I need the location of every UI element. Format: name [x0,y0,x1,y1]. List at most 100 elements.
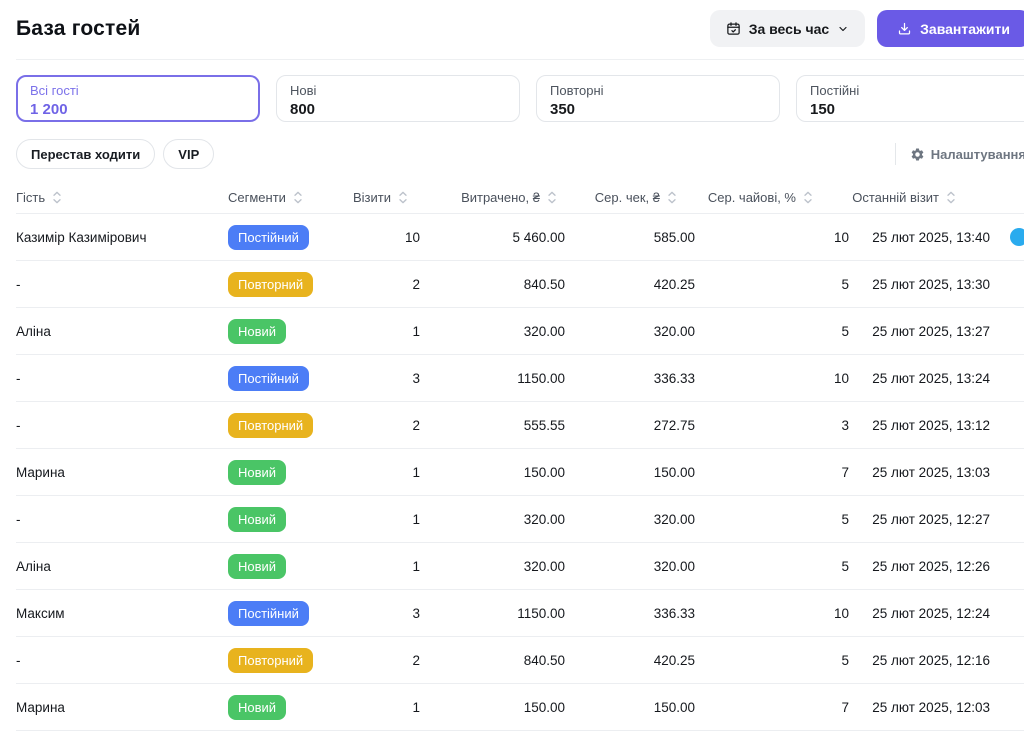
guest-name: Казимір Казимірович [16,230,228,245]
table-row[interactable]: - Повторний 2 840.50 420.25 5 25 лют 202… [16,637,1024,684]
column-header-label: Гість [16,190,45,205]
table-settings-button[interactable]: Налаштування [910,147,1024,162]
table-row[interactable]: Аліна Новий 1 320.00 320.00 5 25 лют 202… [16,543,1024,590]
last-visit-value: 25 лют 2025, 12:26 [849,559,1024,574]
table-row[interactable]: Максим Постійний 3 1150.00 336.33 10 25 … [16,590,1024,637]
guest-name: Аліна [16,324,228,339]
avg-tips-value: 5 [695,559,849,574]
spent-value: 150.00 [420,465,565,480]
avg-check-value: 150.00 [565,465,695,480]
avg-check-value: 420.25 [565,277,695,292]
column-header[interactable]: Сер. чек, ₴ [565,190,695,205]
avg-tips-value: 7 [695,700,849,715]
segment-cell: Новий [228,554,360,579]
segment-cell: Повторний [228,272,360,297]
stat-card[interactable]: Нові 800 [276,75,520,122]
avg-check-value: 150.00 [565,700,695,715]
table-row[interactable]: Казимір Казимірович Постійний 10 5 460.0… [16,214,1024,261]
sort-icon [547,191,557,204]
table-row[interactable]: Аліна Новий 1 320.00 320.00 5 25 лют 202… [16,308,1024,355]
column-header[interactable]: Візити [360,190,420,205]
column-header[interactable]: Гість [16,190,228,205]
guest-name: - [16,512,228,527]
spent-value: 5 460.00 [420,230,565,245]
settings-area: Налаштування [895,143,1024,165]
column-header-label: Витрачено, ₴ [461,190,540,205]
column-header[interactable]: Сегменти [228,190,360,205]
avg-tips-value: 3 [695,418,849,433]
stat-card[interactable]: Всі гості 1 200 [16,75,260,122]
column-header[interactable]: Сер. чайові, % [695,190,849,205]
last-visit-value: 25 лют 2025, 13:40 [849,230,1024,245]
stat-card[interactable]: Повторні 350 [536,75,780,122]
column-header-label: Візити [353,190,391,205]
visits-value: 3 [360,606,420,621]
vertical-divider [895,143,896,165]
visits-value: 1 [360,324,420,339]
column-header[interactable]: Витрачено, ₴ [420,190,565,205]
stat-card-value: 800 [290,100,506,119]
table-row[interactable]: Марина Новий 1 150.00 150.00 7 25 лют 20… [16,684,1024,731]
segment-badge: Постійний [228,225,309,250]
segment-cell: Повторний [228,413,360,438]
avg-tips-value: 5 [695,324,849,339]
avg-check-value: 272.75 [565,418,695,433]
stat-card-label: Повторні [550,83,766,99]
sort-icon [52,191,62,204]
table-header: Гість Сегменти Візити Витрачено, ₴ Сер. … [16,181,1024,214]
segment-badge: Постійний [228,601,309,626]
spent-value: 320.00 [420,559,565,574]
guest-name: Марина [16,465,228,480]
table-row[interactable]: Марина Новий 1 150.00 150.00 7 25 лют 20… [16,449,1024,496]
avg-check-value: 420.25 [565,653,695,668]
download-button[interactable]: Завантажити [877,10,1024,47]
chevron-down-icon [837,23,849,35]
segment-cell: Новий [228,695,360,720]
segment-badge: Новий [228,507,286,532]
segment-badge: Новий [228,695,286,720]
segment-cell: Новий [228,507,360,532]
visits-value: 2 [360,653,420,668]
segment-cell: Повторний [228,648,360,673]
results-count: 1 200 результатів [16,731,1024,736]
stat-card[interactable]: Постійні 150 [796,75,1024,122]
segment-badge: Повторний [228,648,313,673]
header-divider [16,59,1024,60]
avg-tips-value: 5 [695,277,849,292]
segment-badge: Постійний [228,366,309,391]
avg-check-value: 320.00 [565,512,695,527]
column-header-label: Сер. чек, ₴ [595,190,660,205]
visits-value: 1 [360,512,420,527]
visits-value: 2 [360,277,420,292]
spent-value: 320.00 [420,512,565,527]
guest-database-page: База гостей За весь час Завантажити Всі … [0,0,1024,736]
table-row[interactable]: - Повторний 2 555.55 272.75 3 25 лют 202… [16,402,1024,449]
stat-card-label: Постійні [810,83,1024,99]
filter-chips: Перестав ходити VIP [16,139,214,169]
download-label: Завантажити [920,21,1010,37]
table-row[interactable]: - Постійний 3 1150.00 336.33 10 25 лют 2… [16,355,1024,402]
sort-icon [667,191,677,204]
sort-icon [293,191,303,204]
avg-check-value: 320.00 [565,559,695,574]
page-title: База гостей [16,17,140,41]
column-header-label: Сер. чайові, % [708,190,796,205]
calendar-icon [726,21,741,36]
messenger-dot-icon [1010,228,1024,246]
column-header[interactable]: Останній візит [849,190,1024,205]
avg-tips-value: 10 [695,371,849,386]
segment-badge: Повторний [228,413,313,438]
table-row[interactable]: - Повторний 2 840.50 420.25 5 25 лют 202… [16,261,1024,308]
guest-name: - [16,418,228,433]
column-header-label: Останній візит [852,190,939,205]
visits-value: 1 [360,559,420,574]
filter-chip[interactable]: Перестав ходити [16,139,155,169]
avg-tips-value: 5 [695,512,849,527]
sort-icon [398,191,408,204]
table-row[interactable]: - Новий 1 320.00 320.00 5 25 лют 2025, 1… [16,496,1024,543]
spent-value: 555.55 [420,418,565,433]
spent-value: 840.50 [420,277,565,292]
stat-card-value: 1 200 [30,100,246,119]
filter-chip[interactable]: VIP [163,139,214,169]
date-range-button[interactable]: За весь час [710,10,865,47]
